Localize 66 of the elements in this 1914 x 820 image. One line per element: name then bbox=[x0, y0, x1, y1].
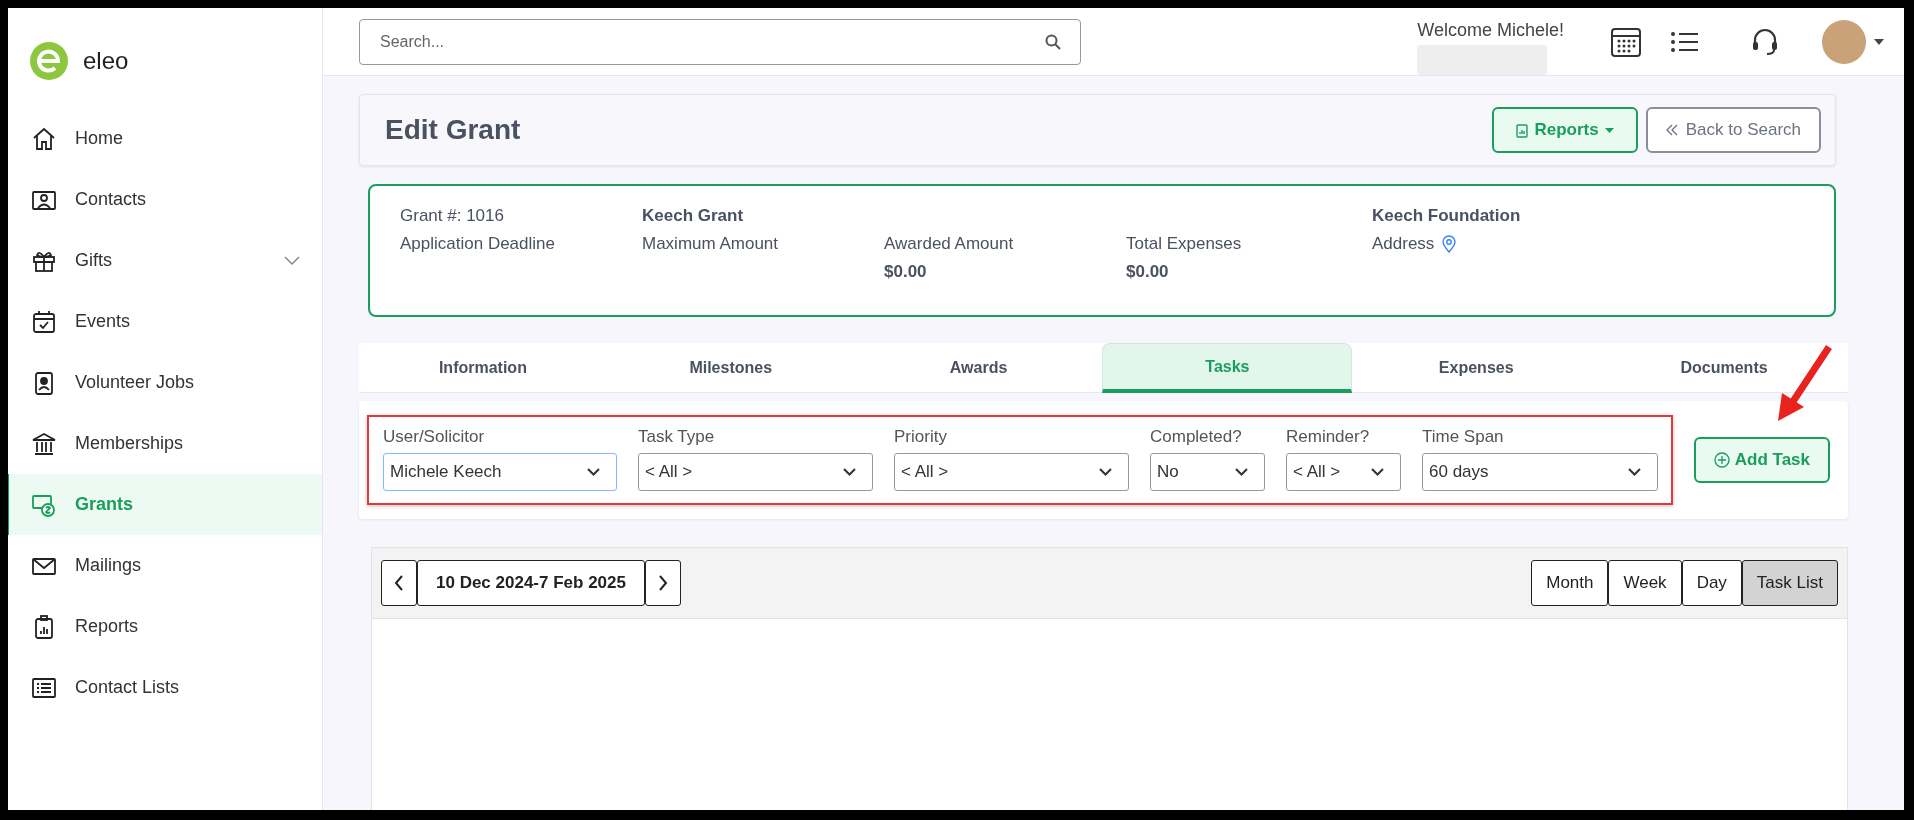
sidebar-item[interactable]: Events bbox=[8, 291, 322, 352]
dropdown[interactable]: No bbox=[1150, 453, 1265, 491]
dropdown[interactable]: Michele Keech bbox=[383, 453, 617, 491]
sidebar-item[interactable]: Contacts bbox=[8, 169, 322, 230]
chevron-down-icon bbox=[587, 468, 600, 476]
logo-text: eleo bbox=[83, 47, 129, 75]
plus-circle-icon bbox=[1713, 452, 1730, 468]
chevron-down-icon bbox=[1235, 468, 1248, 476]
chevron-down-icon bbox=[284, 255, 300, 266]
grant-heading: Keech Foundation bbox=[1372, 206, 1522, 226]
view-button[interactable]: Task List bbox=[1741, 560, 1838, 606]
view-button[interactable]: Month bbox=[1531, 560, 1609, 606]
field-value: $0.00 bbox=[884, 262, 928, 282]
view-button[interactable]: Week bbox=[1608, 560, 1682, 606]
chevron-down-icon bbox=[1371, 468, 1384, 476]
filter-label: User/Solicitor bbox=[383, 427, 486, 447]
caret-icon bbox=[1604, 127, 1614, 133]
sidebar-item[interactable]: Contact Lists bbox=[8, 657, 322, 718]
map-pin-icon[interactable] bbox=[1442, 235, 1457, 253]
building-icon bbox=[31, 430, 57, 457]
dropdown[interactable]: < All > bbox=[638, 453, 873, 491]
calendar-icon bbox=[31, 308, 57, 335]
sidebar-item[interactable]: Memberships bbox=[8, 413, 322, 474]
sidebar-item[interactable]: Volunteer Jobs bbox=[8, 352, 322, 413]
view-button[interactable]: Day bbox=[1681, 560, 1742, 606]
grant-number: Grant #: 1016 bbox=[400, 206, 505, 226]
chevron-down-icon bbox=[1628, 468, 1641, 476]
search-icon bbox=[1045, 33, 1061, 50]
dropdown[interactable]: < All > bbox=[1286, 453, 1401, 491]
chevron-down-icon bbox=[843, 468, 856, 476]
sidebar-item[interactable]: Gifts bbox=[8, 230, 322, 291]
page-title: Edit Grant bbox=[385, 114, 522, 146]
field-label: Application Deadline bbox=[400, 234, 555, 254]
home-icon bbox=[31, 125, 57, 152]
sidebar-item[interactable]: Mailings bbox=[8, 535, 322, 596]
field-label: Total Expenses bbox=[1126, 234, 1242, 254]
filter-label: Reminder? bbox=[1286, 427, 1371, 447]
dropdown[interactable]: 60 days bbox=[1422, 453, 1658, 491]
sidebar-item[interactable]: Home bbox=[8, 108, 322, 169]
field-label: Address bbox=[1372, 234, 1435, 254]
filter-label: Completed? bbox=[1150, 427, 1243, 447]
caret-icon[interactable] bbox=[1874, 38, 1884, 45]
chevron-down-icon bbox=[1099, 468, 1112, 476]
dropdown[interactable]: < All > bbox=[894, 453, 1129, 491]
back-to-search-button[interactable]: Back to Search bbox=[1645, 107, 1821, 153]
filter-label: Priority bbox=[894, 427, 948, 447]
filter-label: Time Span bbox=[1422, 427, 1505, 447]
logo-icon bbox=[29, 41, 69, 81]
clipboard-chart-icon bbox=[1516, 122, 1529, 138]
chevron-right-icon bbox=[657, 575, 668, 591]
next-button[interactable] bbox=[644, 560, 681, 606]
double-chevron-left-icon bbox=[1665, 124, 1678, 136]
grant-heading: Keech Grant bbox=[642, 206, 745, 226]
headset-icon[interactable] bbox=[1752, 27, 1778, 56]
calendar-icon[interactable] bbox=[1610, 25, 1642, 58]
date-range-button[interactable]: 10 Dec 2024-7 Feb 2025 bbox=[417, 560, 645, 606]
filter-label: Task Type bbox=[638, 427, 716, 447]
field-label: Maximum Amount bbox=[642, 234, 779, 254]
welcome-text: Welcome Michele! bbox=[1417, 20, 1564, 41]
list-icon[interactable] bbox=[1670, 30, 1698, 53]
field-label: Awarded Amount bbox=[884, 234, 1014, 254]
search-field[interactable]: Search... bbox=[359, 18, 1081, 65]
sidebar-item[interactable]: Reports bbox=[8, 596, 322, 657]
field-value: $0.00 bbox=[1126, 262, 1170, 282]
chevron-left-icon bbox=[394, 575, 404, 591]
previous-button[interactable] bbox=[381, 560, 417, 606]
